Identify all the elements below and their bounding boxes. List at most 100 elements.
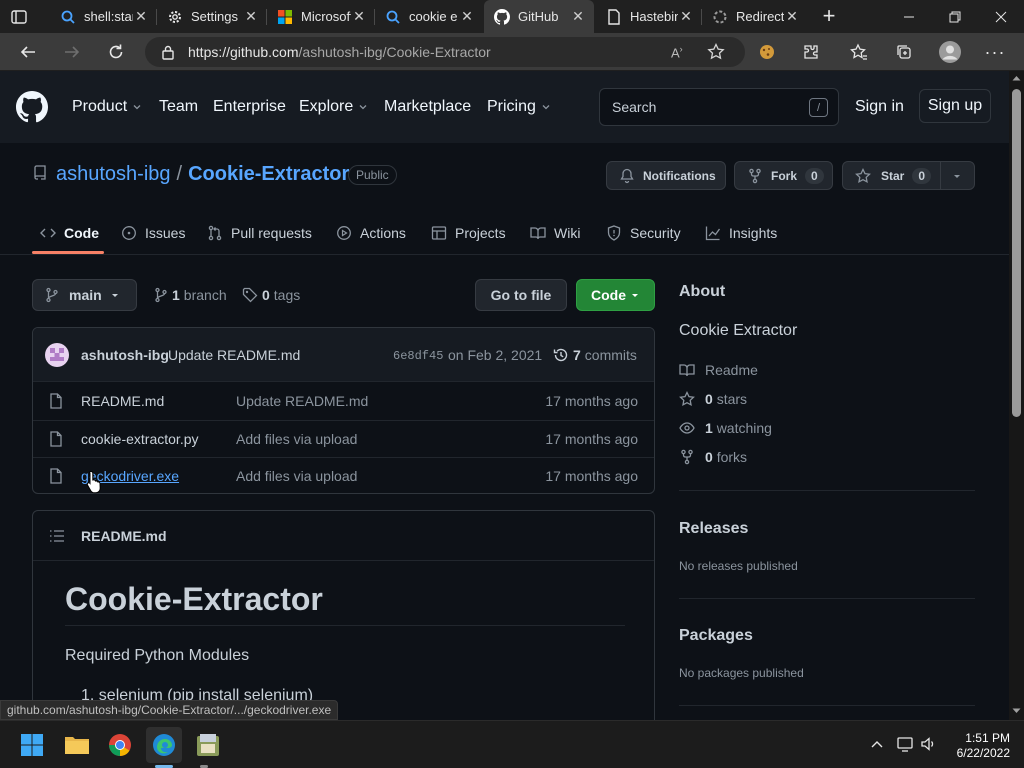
fork-icon bbox=[679, 449, 695, 465]
code-dropdown-button[interactable]: Code bbox=[576, 279, 655, 311]
tab-issues[interactable]: Issues bbox=[121, 211, 185, 255]
read-aloud-icon[interactable]: A› bbox=[671, 44, 683, 60]
close-icon[interactable]: ✕ bbox=[784, 8, 800, 25]
add-favorite-icon[interactable] bbox=[707, 43, 725, 61]
close-icon[interactable]: ✕ bbox=[459, 8, 475, 25]
avatar[interactable] bbox=[45, 343, 69, 367]
file-name[interactable]: README.md bbox=[81, 393, 164, 409]
nav-product[interactable]: Product bbox=[72, 98, 142, 116]
nav-marketplace[interactable]: Marketplace bbox=[384, 98, 471, 116]
list-icon[interactable] bbox=[49, 528, 65, 544]
favorites-icon[interactable] bbox=[844, 37, 874, 67]
branch-select-button[interactable]: main bbox=[32, 279, 137, 311]
fork-button[interactable]: Fork 0 bbox=[734, 161, 833, 190]
volume-icon[interactable] bbox=[920, 736, 938, 752]
page-scrollbar[interactable] bbox=[1009, 71, 1024, 720]
tab-security[interactable]: Security bbox=[606, 211, 681, 255]
file-name[interactable]: cookie-extractor.py bbox=[81, 431, 199, 447]
nav-pricing[interactable]: Pricing bbox=[487, 98, 551, 116]
tab-projects[interactable]: Projects bbox=[431, 211, 506, 255]
minimize-icon[interactable] bbox=[886, 0, 932, 33]
packages-heading[interactable]: Packages bbox=[679, 627, 753, 645]
profile-avatar-icon[interactable] bbox=[935, 37, 965, 67]
extensions-icon[interactable] bbox=[796, 37, 826, 67]
close-icon[interactable]: ✕ bbox=[678, 8, 694, 25]
tab-actions[interactable]: Actions bbox=[336, 211, 406, 255]
scroll-up-arrow-icon[interactable] bbox=[1012, 75, 1021, 81]
table-icon bbox=[431, 225, 447, 241]
close-icon[interactable]: ✕ bbox=[133, 8, 149, 25]
browser-tab[interactable]: Redirect ✕ bbox=[702, 0, 808, 33]
file-commit-message[interactable]: Update README.md bbox=[236, 393, 368, 409]
address-bar[interactable]: https://github.com/ashutosh-ibg/Cookie-E… bbox=[145, 37, 745, 67]
collections-icon[interactable] bbox=[889, 37, 919, 67]
branches-link[interactable]: 1 branch bbox=[154, 287, 227, 303]
tab-code[interactable]: Code bbox=[40, 211, 99, 255]
app-icon[interactable] bbox=[190, 727, 226, 763]
close-window-icon[interactable] bbox=[978, 0, 1024, 33]
go-to-file-button[interactable]: Go to file bbox=[475, 279, 567, 311]
commit-history-link[interactable]: 7 commits bbox=[553, 347, 637, 363]
tags-link[interactable]: 0 tags bbox=[242, 287, 300, 303]
file-row[interactable]: cookie-extractor.py Add files via upload… bbox=[33, 420, 654, 457]
commit-sha[interactable]: 6e8df45 bbox=[393, 349, 443, 363]
browser-tab[interactable]: shell:start ✕ bbox=[50, 0, 157, 33]
readme-title-divider bbox=[65, 625, 625, 626]
notifications-button[interactable]: Notifications bbox=[606, 161, 726, 190]
browser-tab[interactable]: Microsoft ✕ bbox=[267, 0, 375, 33]
readme-link[interactable]: Readme bbox=[679, 362, 758, 378]
star-dropdown-caret-icon[interactable] bbox=[952, 171, 962, 181]
readme-filename[interactable]: README.md bbox=[81, 528, 167, 544]
releases-heading[interactable]: Releases bbox=[679, 520, 748, 538]
file-explorer-icon[interactable] bbox=[59, 727, 95, 763]
tab-label: Insights bbox=[729, 225, 778, 241]
nav-team[interactable]: Team bbox=[159, 98, 198, 116]
repo-header: ashutosh-ibg / Cookie-Extractor Public N… bbox=[0, 143, 1009, 255]
restore-icon[interactable] bbox=[932, 0, 978, 33]
commit-message[interactable]: Update README.md bbox=[168, 347, 300, 363]
close-icon[interactable]: ✕ bbox=[351, 8, 367, 25]
browser-tab[interactable]: Settings ✕ bbox=[157, 0, 267, 33]
forward-icon[interactable] bbox=[57, 37, 87, 67]
star-button[interactable]: Star 0 bbox=[842, 161, 975, 190]
new-tab-icon[interactable]: + bbox=[818, 5, 840, 27]
file-commit-message[interactable]: Add files via upload bbox=[236, 468, 357, 484]
sign-in-link[interactable]: Sign in bbox=[855, 98, 904, 116]
close-icon[interactable]: ✕ bbox=[570, 8, 586, 25]
scroll-down-arrow-icon[interactable] bbox=[1012, 708, 1021, 714]
repo-owner-link[interactable]: ashutosh-ibg bbox=[56, 163, 171, 186]
close-icon[interactable]: ✕ bbox=[243, 8, 259, 25]
sign-up-button[interactable]: Sign up bbox=[919, 89, 991, 123]
chrome-icon[interactable] bbox=[102, 727, 138, 763]
tab-pull-requests[interactable]: Pull requests bbox=[207, 211, 312, 255]
back-icon[interactable] bbox=[13, 37, 43, 67]
repo-name-link[interactable]: Cookie-Extractor bbox=[188, 163, 349, 186]
clock[interactable]: 1:51 PM 6/22/2022 bbox=[940, 731, 1010, 761]
star-count: 0 bbox=[912, 167, 932, 184]
edge-icon[interactable] bbox=[146, 727, 182, 763]
search-input[interactable]: Search / bbox=[599, 88, 839, 126]
github-logo-icon[interactable] bbox=[16, 91, 48, 123]
forks-link[interactable]: 0 forks bbox=[679, 449, 747, 465]
scroll-thumb[interactable] bbox=[1012, 89, 1021, 417]
tab-wiki[interactable]: Wiki bbox=[530, 211, 580, 255]
tab-insights[interactable]: Insights bbox=[705, 211, 777, 255]
more-options-icon[interactable]: ··· bbox=[980, 37, 1010, 67]
watching-link[interactable]: 1 watching bbox=[679, 420, 772, 436]
refresh-icon[interactable] bbox=[101, 37, 131, 67]
file-row[interactable]: README.md Update README.md 17 months ago bbox=[33, 383, 654, 420]
stars-link[interactable]: 0 stars bbox=[679, 391, 747, 407]
cookie-extension-icon[interactable] bbox=[752, 37, 782, 67]
file-row[interactable]: geckodriver.exe Add files via upload 17 … bbox=[33, 457, 654, 493]
commit-author[interactable]: ashutosh-ibg bbox=[81, 347, 169, 363]
network-icon[interactable] bbox=[897, 736, 915, 752]
tab-actions-icon[interactable] bbox=[10, 8, 28, 26]
nav-explore[interactable]: Explore bbox=[299, 98, 368, 116]
show-hidden-icons-chevron-icon[interactable] bbox=[870, 737, 884, 751]
file-commit-message[interactable]: Add files via upload bbox=[236, 431, 357, 447]
browser-tab[interactable]: cookie e ✕ bbox=[375, 0, 483, 33]
start-windows-icon[interactable] bbox=[14, 727, 50, 763]
browser-tab-active[interactable]: GitHub ✕ bbox=[484, 0, 594, 33]
nav-enterprise[interactable]: Enterprise bbox=[213, 98, 286, 116]
browser-tab[interactable]: Hastebin ✕ bbox=[596, 0, 702, 33]
